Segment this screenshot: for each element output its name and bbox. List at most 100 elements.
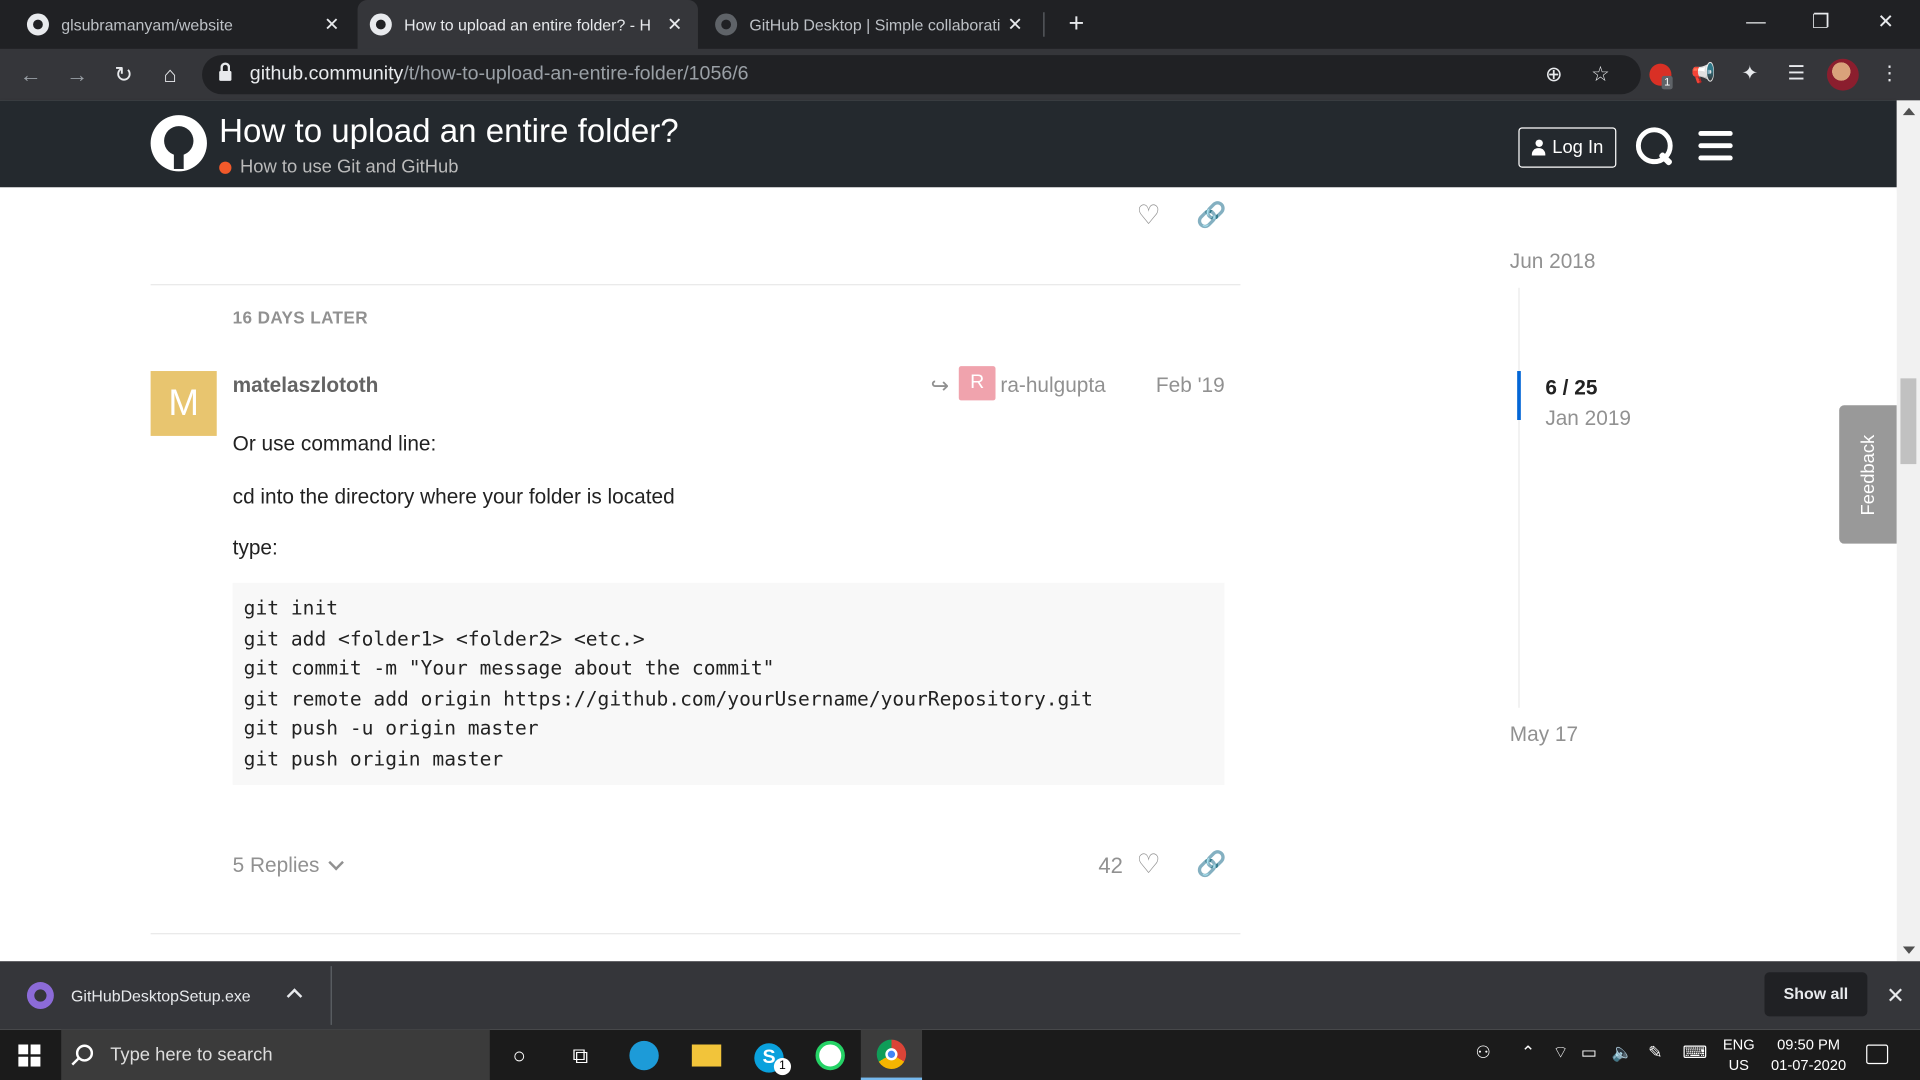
pen-icon[interactable]: ✎ [1648, 1042, 1662, 1063]
category-badge[interactable]: How to use Git and GitHub [219, 157, 458, 178]
divider [150, 284, 1241, 286]
download-file-name[interactable]: GitHubDesktopSetup.exe [71, 987, 251, 1005]
restore-icon[interactable]: ❐ [1796, 7, 1845, 39]
notification-center-icon[interactable] [1866, 1044, 1889, 1065]
windows-start-icon[interactable] [18, 1044, 41, 1067]
login-button[interactable]: Log In [1518, 127, 1617, 168]
github-favicon-icon [715, 13, 738, 36]
battery-icon[interactable]: ▭ [1581, 1042, 1597, 1063]
download-file-icon [26, 982, 54, 1009]
vertical-scrollbar[interactable] [1896, 100, 1920, 962]
close-tab-icon[interactable]: ✕ [664, 13, 686, 36]
back-arrow-icon[interactable]: ← [15, 59, 47, 91]
reply-to-avatar[interactable]: R [958, 366, 996, 401]
volume-icon[interactable]: 🔈 [1611, 1042, 1632, 1063]
url-text[interactable]: github.community/t/how-to-upload-an-enti… [250, 64, 749, 86]
task-view-icon[interactable]: ⧉ [561, 1036, 600, 1075]
install-app-icon[interactable]: ⊕ [1539, 60, 1568, 89]
bookmark-star-icon[interactable]: ☆ [1586, 60, 1615, 89]
clock-time: 09:50 PM [1777, 1035, 1841, 1054]
show-all-button[interactable]: Show all [1764, 972, 1868, 1017]
close-icon[interactable]: ✕ [1883, 981, 1907, 1010]
address-bar[interactable]: github.community/t/how-to-upload-an-enti… [202, 55, 1641, 95]
taskbar-search-box[interactable]: Type here to search [61, 1029, 490, 1080]
hamburger-menu-icon[interactable] [1698, 131, 1733, 161]
feedback-tab[interactable]: Feedback [1839, 405, 1897, 544]
chrome-taskbar-button[interactable] [860, 1029, 923, 1080]
lock-icon[interactable] [219, 62, 232, 82]
tray-chevron-up-icon[interactable]: ⌃ [1521, 1042, 1535, 1063]
tab-title: GitHub Desktop | Simple collaborati [749, 15, 1001, 34]
close-window-icon[interactable]: ✕ [1861, 7, 1910, 39]
post-paragraph: Or use command line: [232, 432, 437, 456]
download-bar: GitHubDesktopSetup.exe Show all ✕ [0, 961, 1920, 1030]
like-count[interactable]: 42 [1098, 853, 1123, 879]
taskbar-clock[interactable]: 09:50 PM 01-07-2020 [1763, 1035, 1854, 1077]
people-icon[interactable]: ⚇ [1476, 1042, 1491, 1063]
edge-icon[interactable] [624, 1036, 663, 1075]
tab-github-desktop[interactable]: GitHub Desktop | Simple collaborati ✕ [705, 0, 1036, 49]
timeline-end-date[interactable]: May 17 [1510, 722, 1578, 746]
like-heart-icon[interactable]: ♡ [1135, 201, 1162, 228]
kebab-menu-icon[interactable]: ⋮ [1873, 59, 1905, 91]
extension-badge-icon[interactable]: 1 [1645, 59, 1677, 91]
file-explorer-icon[interactable] [687, 1036, 726, 1075]
timeline-handle[interactable] [1517, 371, 1521, 421]
github-logo-icon[interactable] [150, 115, 207, 172]
new-tab-plus-icon[interactable]: + [1060, 7, 1092, 39]
divider [330, 966, 332, 1025]
language-code: ENG [1722, 1035, 1755, 1054]
category-dot-icon [219, 161, 232, 174]
github-favicon-icon [369, 13, 392, 36]
code-line: git remote add origin https://github.com… [243, 686, 1093, 710]
forward-arrow-icon[interactable]: → [61, 59, 93, 91]
profile-avatar[interactable] [1826, 58, 1859, 91]
keyboard-icon[interactable]: ⌨ [1682, 1042, 1707, 1063]
avatar[interactable]: M [150, 371, 217, 436]
scroll-thumb[interactable] [1900, 378, 1917, 465]
reload-icon[interactable]: ↻ [108, 59, 140, 91]
tab-github-website[interactable]: glsubramanyam/website ✕ [17, 0, 353, 49]
tab-title: How to upload an entire folder? - H [404, 15, 651, 34]
extension-badge-count: 1 [1661, 75, 1673, 90]
chevron-down-icon [328, 854, 344, 871]
share-link-icon[interactable]: 🔗 [1196, 202, 1226, 229]
reply-to-username[interactable]: ra-hulgupta [1000, 373, 1105, 397]
timeline-start-date[interactable]: Jun 2018 [1510, 250, 1596, 274]
language-indicator[interactable]: ENG US [1717, 1035, 1761, 1077]
replies-toggle[interactable]: 5 Replies [233, 853, 344, 877]
like-heart-icon[interactable]: ♡ [1135, 850, 1162, 877]
url-domain: github.community [249, 63, 404, 85]
close-tab-icon[interactable]: ✕ [1004, 13, 1026, 36]
browser-toolbar: ← → ↻ ⌂ github.community/t/how-to-upload… [0, 48, 1920, 101]
code-line: git commit -m "Your message about the co… [243, 656, 775, 680]
code-line: git add <folder1> <folder2> <etc.> [243, 626, 645, 650]
skype-icon[interactable]: S 1 [749, 1036, 792, 1076]
topic-title[interactable]: How to upload an entire folder? [219, 113, 678, 151]
media-queue-icon[interactable]: ☰ [1780, 59, 1812, 91]
scroll-up-icon[interactable] [1902, 107, 1916, 116]
whatsapp-icon[interactable] [811, 1036, 850, 1075]
code-block: git init git add <folder1> <folder2> <et… [232, 582, 1225, 785]
timeline-position: 6 / 25 [1545, 375, 1598, 400]
wifi-icon[interactable]: ⌔ [1553, 1042, 1569, 1064]
scroll-down-icon[interactable] [1902, 946, 1916, 954]
cortana-icon[interactable]: ○ [500, 1036, 539, 1075]
search-icon[interactable] [1635, 127, 1675, 166]
extensions-puzzle-icon[interactable]: ✦ [1734, 59, 1766, 91]
taskbar-search-placeholder: Type here to search [110, 1044, 273, 1066]
minimize-icon[interactable]: — [1731, 7, 1780, 39]
timeline-track[interactable] [1518, 287, 1520, 708]
share-link-icon[interactable]: 🔗 [1196, 851, 1226, 878]
browser-tab-strip: glsubramanyam/website ✕ How to upload an… [0, 0, 1920, 49]
close-tab-icon[interactable]: ✕ [321, 13, 343, 36]
tab-upload-folder[interactable]: How to upload an entire folder? - H ✕ [357, 0, 698, 49]
category-name: How to use Git and GitHub [240, 156, 459, 178]
home-icon[interactable]: ⌂ [154, 59, 186, 91]
megaphone-icon[interactable]: 📢 [1687, 59, 1719, 91]
post-date[interactable]: Feb '19 [1156, 373, 1225, 397]
chevron-up-icon[interactable] [286, 988, 303, 1004]
divider [150, 933, 1241, 935]
post-username[interactable]: matelaszlototh [233, 373, 379, 397]
feedback-label: Feedback [1857, 434, 1879, 515]
